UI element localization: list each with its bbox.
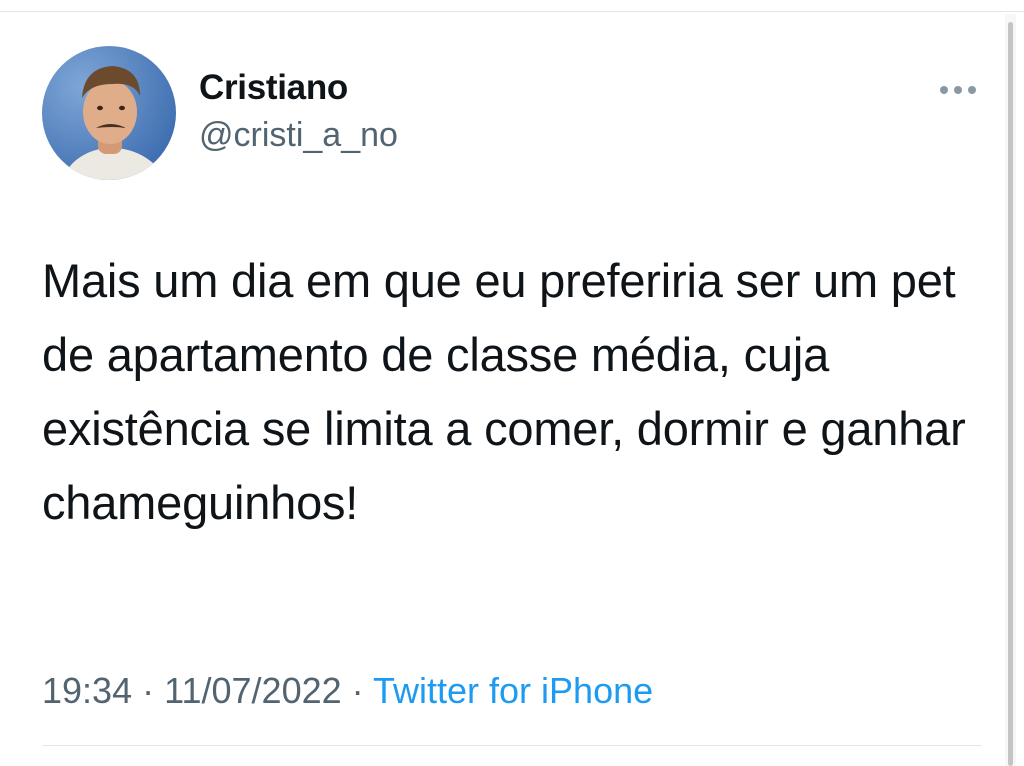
tweet-source-link[interactable]: Twitter for iPhone (373, 670, 653, 711)
avatar-image (42, 46, 176, 180)
scrollbar[interactable] (1005, 14, 1016, 766)
meta-separator: · (351, 670, 364, 711)
tweet-date[interactable]: 11/07/2022 (164, 670, 342, 711)
author-display-name[interactable]: Cristiano (199, 68, 348, 108)
author-handle[interactable]: @cristi_a_no (199, 116, 398, 155)
bottom-divider (42, 745, 982, 746)
more-horizontal-icon (940, 86, 976, 94)
tweet-card: Cristiano @cristi_a_no Mais um dia em qu… (0, 0, 1000, 766)
meta-separator: · (142, 670, 155, 711)
more-options-button[interactable] (934, 76, 982, 104)
tweet-time[interactable]: 19:34 (42, 670, 132, 711)
tweet-meta: 19:34 · 11/07/2022 · Twitter for iPhone (42, 670, 653, 712)
tweet-text: Mais um dia em que eu preferiria ser um … (42, 254, 966, 529)
scrollbar-thumb[interactable] (1008, 22, 1013, 766)
avatar[interactable] (42, 46, 176, 180)
